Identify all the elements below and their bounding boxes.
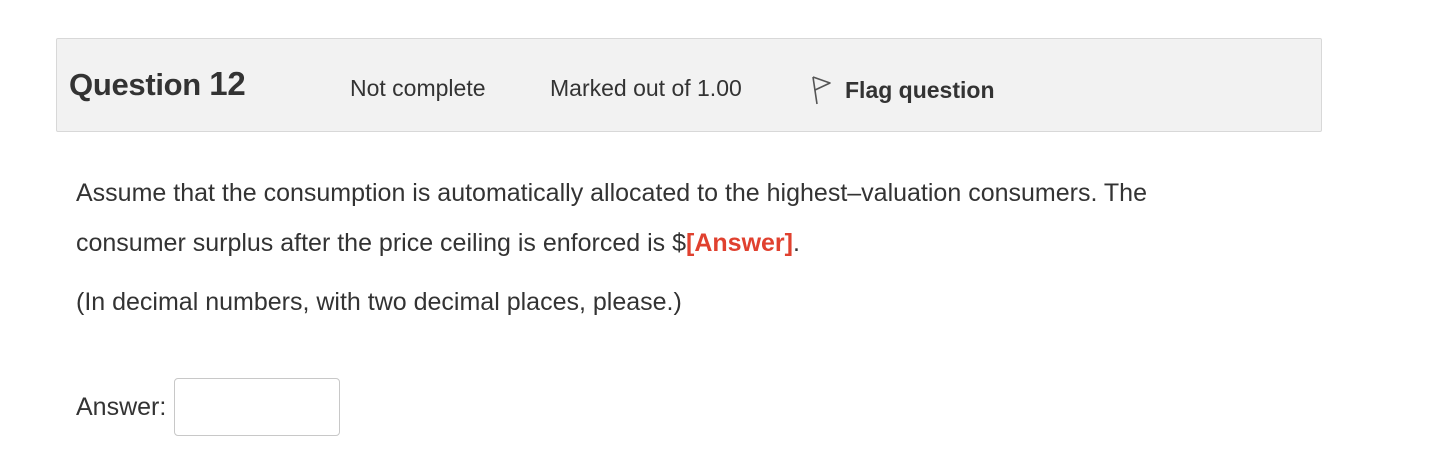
question-grade: Marked out of 1.00 <box>550 75 742 101</box>
question-number: 12 <box>209 65 246 102</box>
answer-placeholder-token: [Answer] <box>686 229 793 257</box>
question-info-panel: Question 12 Not complete Marked out of 1… <box>56 38 1322 132</box>
flag-question-label: Flag question <box>845 76 995 103</box>
question-text-end: . <box>792 229 800 257</box>
question-note: (In decimal numbers, with two decimal pl… <box>76 288 682 316</box>
question-text-body: Assume that the consumption is automatic… <box>76 179 1147 257</box>
question-state: Not complete <box>350 75 486 101</box>
answer-input[interactable] <box>174 378 341 436</box>
question-title: Question 12 <box>69 65 246 103</box>
question-text: Assume that the consumption is automatic… <box>76 168 1236 268</box>
question-title-word: Question <box>69 67 201 102</box>
answer-row: Answer: <box>76 378 341 436</box>
flag-question-button[interactable]: Flag question <box>809 73 995 107</box>
quiz-page: Question 12 Not complete Marked out of 1… <box>0 0 1436 452</box>
flag-icon <box>809 73 833 107</box>
answer-label: Answer: <box>76 392 167 421</box>
